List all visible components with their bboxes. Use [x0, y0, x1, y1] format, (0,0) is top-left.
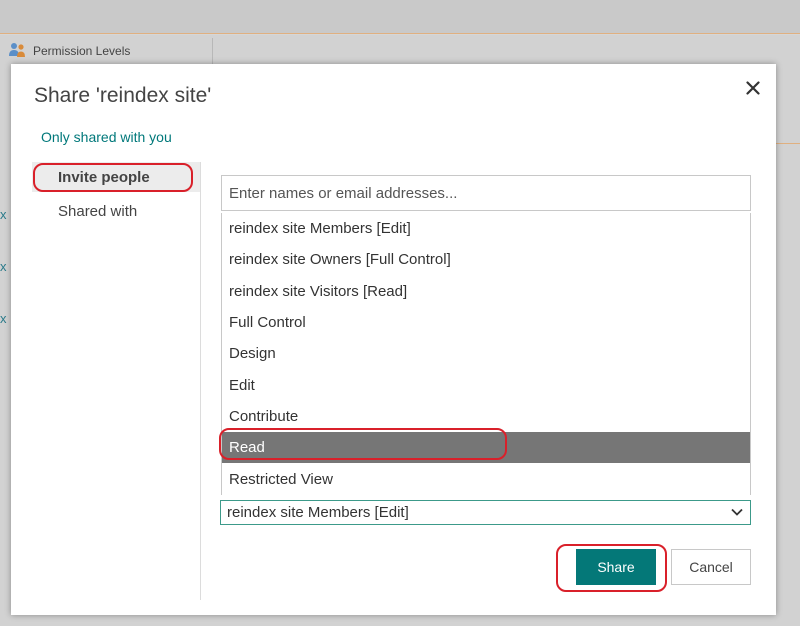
- background-top-bar: [0, 0, 800, 34]
- background-mark: x: [0, 311, 7, 326]
- background-mark: x: [0, 207, 7, 222]
- permission-option[interactable]: Full Control: [222, 307, 750, 338]
- permission-dropdown-list: reindex site Members [Edit] reindex site…: [221, 213, 751, 495]
- names-emails-input[interactable]: [221, 175, 751, 211]
- permission-option[interactable]: Restricted View: [222, 463, 750, 494]
- permission-option[interactable]: Edit: [222, 369, 750, 400]
- permission-levels-label: Permission Levels: [33, 44, 131, 58]
- close-icon: [746, 81, 760, 95]
- shared-status-link[interactable]: Only shared with you: [41, 129, 172, 145]
- permission-option[interactable]: reindex site Members [Edit]: [222, 213, 750, 244]
- share-button[interactable]: Share: [576, 549, 656, 585]
- background-divider: [212, 38, 213, 64]
- nav-shared-with[interactable]: Shared with: [32, 196, 200, 226]
- share-dialog: Share 'reindex site' Only shared with yo…: [11, 64, 776, 615]
- permission-select-value: reindex site Members [Edit]: [227, 504, 409, 521]
- side-nav: Invite people Shared with: [32, 162, 200, 226]
- permission-option[interactable]: Design: [222, 338, 750, 369]
- background-mark: x: [0, 259, 7, 274]
- permission-option-highlighted[interactable]: Read: [222, 432, 750, 464]
- nav-divider: [200, 162, 201, 600]
- people-group-icon: [8, 42, 28, 61]
- close-button[interactable]: [741, 76, 765, 100]
- chevron-down-icon: [728, 503, 746, 521]
- permission-option[interactable]: reindex site Visitors [Read]: [222, 276, 750, 307]
- permission-select[interactable]: reindex site Members [Edit]: [220, 500, 751, 525]
- cancel-button[interactable]: Cancel: [671, 549, 751, 585]
- dialog-title: Share 'reindex site': [34, 84, 212, 107]
- permission-levels-link[interactable]: Permission Levels: [8, 42, 130, 60]
- background-accent-line: [776, 143, 800, 144]
- permission-option[interactable]: reindex site Owners [Full Control]: [222, 244, 750, 275]
- nav-invite-people[interactable]: Invite people: [32, 162, 200, 192]
- permission-option[interactable]: Contribute: [222, 401, 750, 432]
